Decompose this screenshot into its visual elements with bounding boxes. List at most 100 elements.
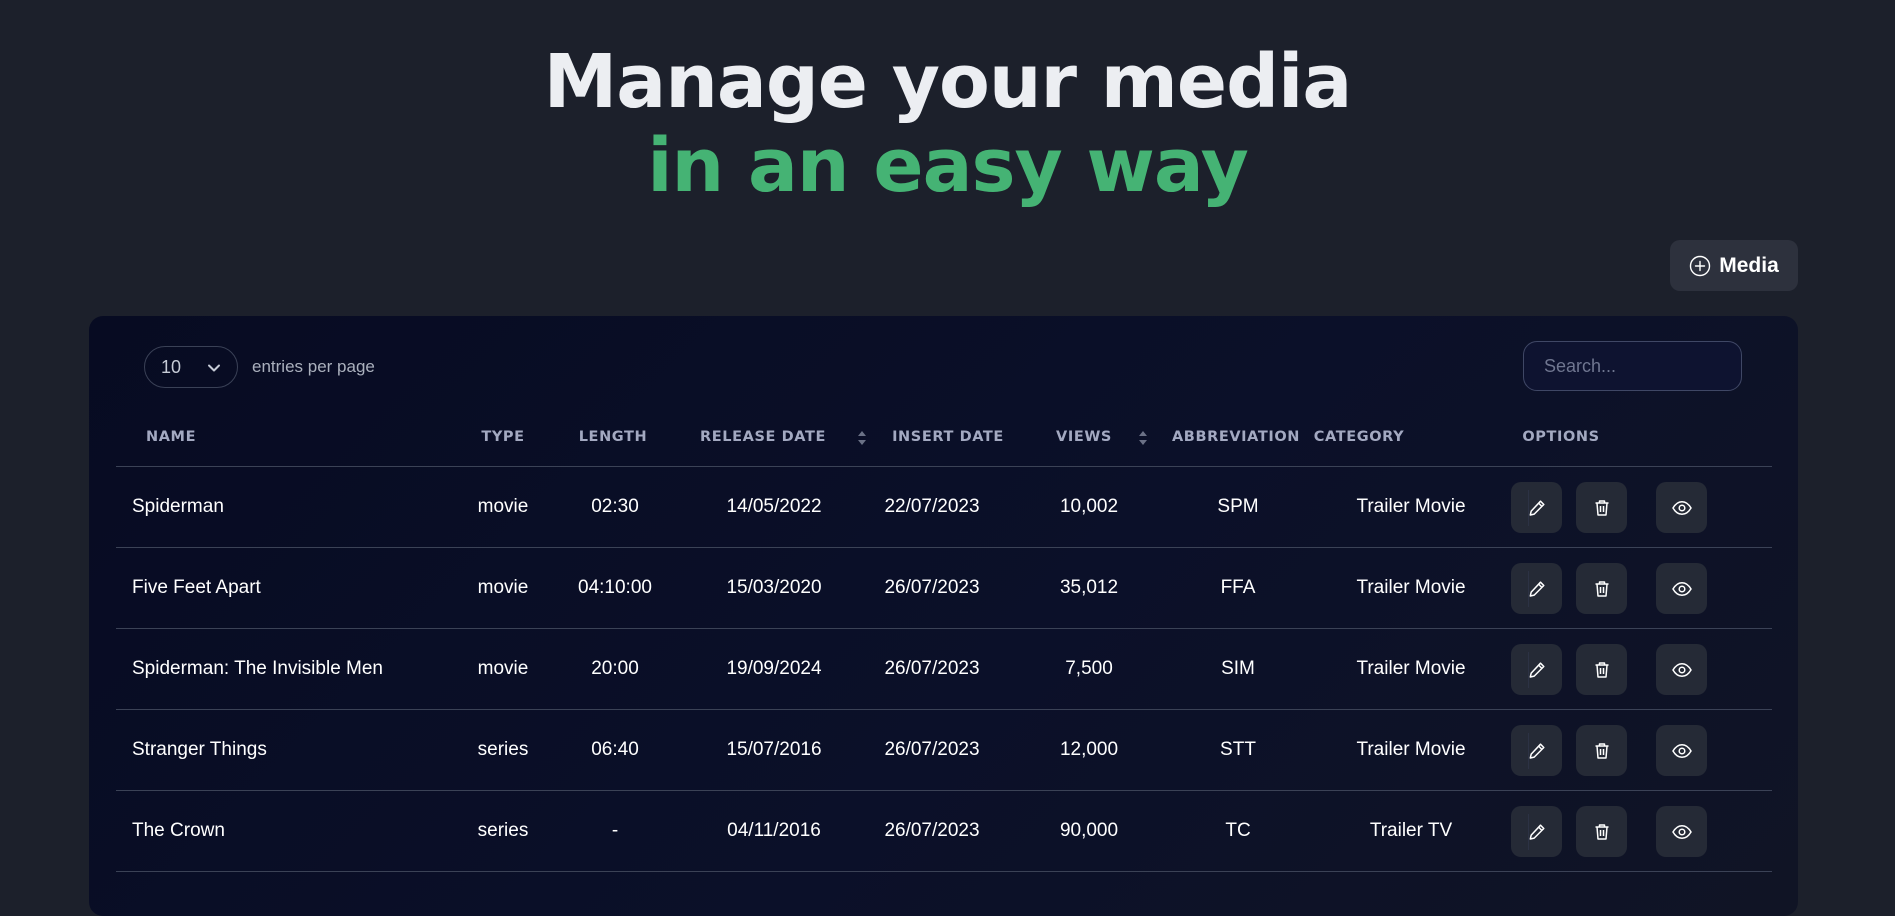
search-input[interactable] (1523, 341, 1742, 391)
cell-category: Trailer Movie (1356, 496, 1466, 517)
column-header-views[interactable]: VIEWS (1056, 416, 1112, 467)
trash-icon (1591, 740, 1613, 762)
trash-icon (1591, 497, 1613, 519)
entries-label: entries per page (252, 357, 375, 376)
trash-icon (1591, 578, 1613, 600)
cell-release-date: 04/11/2016 (727, 820, 821, 841)
cell-insert-date: 26/07/2023 (884, 820, 980, 841)
cell-name: Spiderman: The Invisible Men (132, 658, 383, 679)
column-header-abbreviation: ABBREVIATION (1171, 429, 1301, 445)
cell-type: movie (477, 658, 529, 679)
cell-views: 7,500 (1065, 658, 1113, 679)
view-button[interactable] (1656, 806, 1707, 857)
cell-name: The Crown (132, 820, 225, 841)
cell-release-date: 15/07/2016 (726, 739, 822, 760)
delete-button[interactable] (1576, 482, 1627, 533)
table-header: NAME TYPE LENGTH RELEASE DATE INSERT DATE VIE… (116, 416, 1772, 467)
cell-release-date: 14/05/2022 (726, 496, 822, 517)
cell-insert-date: 26/07/2023 (884, 577, 980, 598)
cell-length: - (611, 820, 619, 841)
view-button[interactable] (1656, 725, 1707, 776)
cell-insert-date: 26/07/2023 (884, 739, 980, 760)
cell-abbreviation: SIM (1221, 658, 1255, 679)
delete-button[interactable] (1576, 644, 1627, 695)
cell-name: Stranger Things (132, 739, 267, 760)
cell-category: Trailer TV (1369, 820, 1453, 841)
eye-icon (1671, 497, 1693, 519)
cell-views: 35,012 (1059, 577, 1119, 598)
delete-button[interactable] (1576, 725, 1627, 776)
sort-icon[interactable] (857, 430, 867, 446)
table-row: The Crown series - 04/11/2016 26/07/2023 90,0… (116, 791, 1772, 872)
hero-heading: Manage your media in an easy way (0, 40, 1895, 208)
trash-icon (1591, 821, 1613, 843)
edit-button[interactable] (1511, 644, 1562, 695)
cell-type: movie (477, 496, 529, 517)
sort-icon[interactable] (1138, 430, 1148, 446)
edit-button[interactable] (1511, 806, 1562, 857)
table-row: Spiderman: The Invisible Men movie 20:00 19… (116, 629, 1772, 710)
delete-button[interactable] (1576, 563, 1627, 614)
cell-category: Trailer Movie (1356, 577, 1466, 598)
cell-abbreviation: TC (1225, 820, 1251, 841)
edit-button[interactable] (1511, 482, 1562, 533)
options-divider (1528, 652, 1529, 688)
cell-length: 20:00 (591, 658, 639, 679)
column-header-release-date[interactable]: RELEASE DATE (700, 416, 826, 467)
cell-abbreviation: SPM (1217, 496, 1259, 517)
cell-length: 02:30 (591, 496, 639, 517)
cell-views: 12,000 (1059, 739, 1119, 760)
column-header-length: LENGTH (578, 429, 648, 445)
column-header-options: OPTIONS (1522, 429, 1600, 445)
cell-insert-date: 26/07/2023 (884, 658, 980, 679)
table-row: Spiderman movie 02:30 14/05/2022 22/07/2023 1… (116, 467, 1772, 548)
cell-length: 04:10:00 (578, 577, 652, 598)
view-button[interactable] (1656, 563, 1707, 614)
media-table-panel: 10 entries per page NAME TYPE LENGTH RELEAS… (89, 316, 1798, 916)
cell-length: 06:40 (591, 739, 639, 760)
add-media-label: Media (1719, 253, 1779, 277)
options-divider (1528, 571, 1529, 607)
plus-circle-icon (1689, 255, 1711, 277)
table-body: Spiderman movie 02:30 14/05/2022 22/07/2023 1… (116, 467, 1772, 872)
eye-icon (1671, 659, 1693, 681)
entries-value: 10 (161, 356, 182, 377)
delete-button[interactable] (1576, 806, 1627, 857)
cell-abbreviation: FFA (1220, 577, 1256, 598)
cell-release-date: 15/03/2020 (726, 577, 822, 598)
column-header-type: TYPE (481, 429, 525, 445)
options-divider (1528, 490, 1529, 526)
view-button[interactable] (1656, 644, 1707, 695)
cell-insert-date: 22/07/2023 (884, 496, 980, 517)
add-media-button[interactable]: Media (1670, 240, 1798, 291)
column-header-category: CATEGORY (1313, 429, 1405, 445)
edit-button[interactable] (1511, 563, 1562, 614)
hero-title: Manage your media (543, 39, 1353, 125)
column-header-insert-date: INSERT DATE (892, 429, 1004, 445)
cell-type: series (477, 739, 529, 760)
column-header-name: NAME (146, 429, 197, 445)
cell-category: Trailer Movie (1356, 658, 1466, 679)
trash-icon (1591, 659, 1613, 681)
cell-type: series (477, 820, 529, 841)
cell-name: Spiderman (132, 496, 224, 517)
cell-views: 10,002 (1059, 496, 1119, 517)
entries-select[interactable]: 10 (144, 346, 238, 388)
cell-category: Trailer Movie (1356, 739, 1466, 760)
chevron-down-icon (207, 357, 221, 378)
eye-icon (1671, 740, 1693, 762)
cell-abbreviation: STT (1220, 739, 1256, 760)
cell-views: 90,000 (1059, 820, 1119, 841)
table-row: Five Feet Apart movie 04:10:00 15/03/2020 26… (116, 548, 1772, 629)
cell-release-date: 19/09/2024 (726, 658, 822, 679)
cell-type: movie (477, 577, 529, 598)
edit-button[interactable] (1511, 725, 1562, 776)
view-button[interactable] (1656, 482, 1707, 533)
table-row: Stranger Things series 06:40 15/07/2016 26/0… (116, 710, 1772, 791)
entries-per-page: 10 entries per page (144, 346, 375, 388)
eye-icon (1671, 821, 1693, 843)
eye-icon (1671, 578, 1693, 600)
cell-name: Five Feet Apart (132, 577, 261, 598)
hero-subtitle: in an easy way (647, 123, 1249, 209)
media-table: NAME TYPE LENGTH RELEASE DATE INSERT DATE VIE… (116, 416, 1772, 872)
